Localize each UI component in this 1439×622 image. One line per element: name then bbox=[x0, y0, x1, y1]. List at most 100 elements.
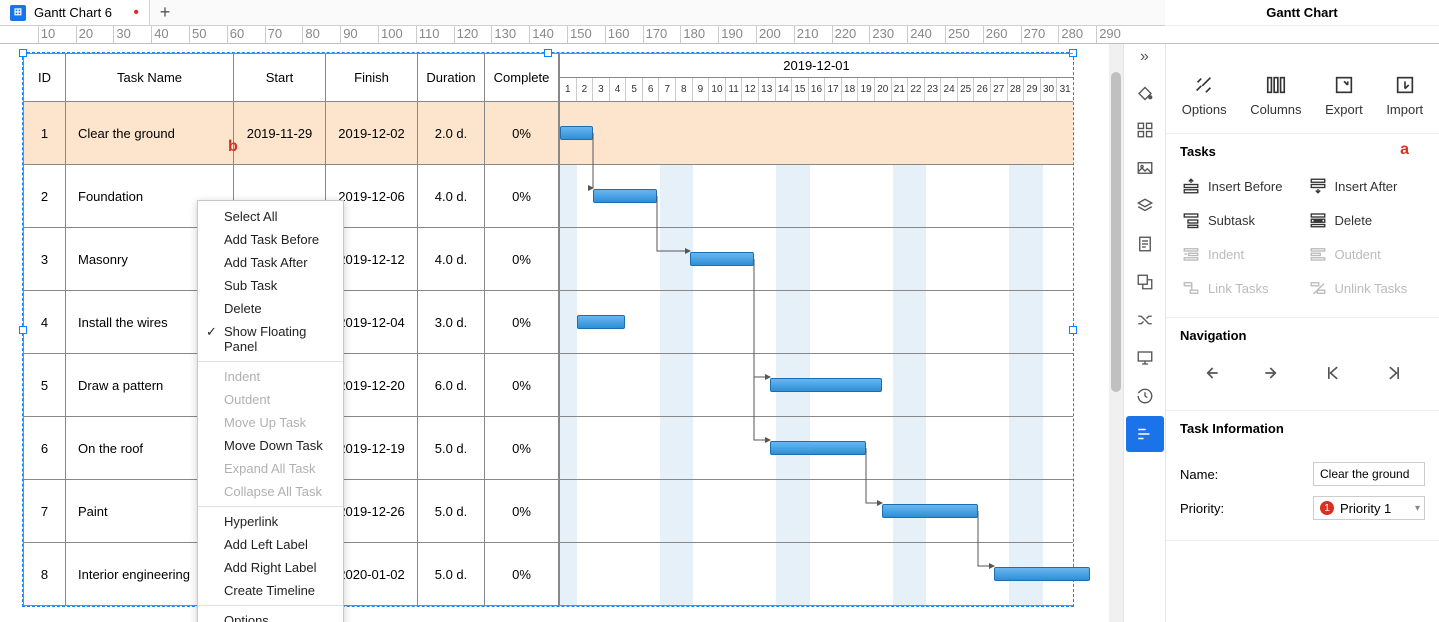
extend-icon[interactable] bbox=[1126, 264, 1164, 300]
export-button[interactable]: Export bbox=[1325, 74, 1363, 117]
grid-icon[interactable] bbox=[1126, 112, 1164, 148]
gantt-bar[interactable] bbox=[994, 567, 1090, 581]
priority-badge-icon: 1 bbox=[1320, 501, 1334, 515]
col-finish[interactable]: Finish bbox=[326, 54, 418, 102]
day-header: 1 bbox=[560, 78, 577, 101]
gantt-bar[interactable] bbox=[882, 504, 978, 518]
resize-handle[interactable] bbox=[19, 49, 27, 57]
menu-item: Indent bbox=[198, 365, 343, 388]
day-header: 30 bbox=[1041, 78, 1058, 101]
delete-button[interactable]: Delete bbox=[1307, 205, 1426, 235]
columns-button[interactable]: Columns bbox=[1250, 74, 1301, 117]
menu-item: Collapse All Task bbox=[198, 480, 343, 503]
outdent-button: Outdent bbox=[1307, 239, 1426, 269]
tab-title: Gantt Chart 6 bbox=[34, 5, 125, 20]
col-id[interactable]: ID bbox=[24, 54, 66, 102]
day-header: 4 bbox=[610, 78, 627, 101]
import-button[interactable]: Import bbox=[1386, 74, 1423, 117]
day-header: 5 bbox=[626, 78, 643, 101]
menu-item[interactable]: Show Floating Panel bbox=[198, 320, 343, 358]
timeline-row[interactable] bbox=[560, 165, 1073, 228]
layers-icon[interactable] bbox=[1126, 188, 1164, 224]
day-header: 7 bbox=[659, 78, 676, 101]
name-input[interactable] bbox=[1313, 462, 1425, 486]
timeline-row[interactable] bbox=[560, 228, 1073, 291]
menu-item[interactable]: Move Down Task bbox=[198, 434, 343, 457]
menu-item[interactable]: Create Timeline bbox=[198, 579, 343, 602]
menu-item[interactable]: Add Task Before bbox=[198, 228, 343, 251]
menu-item: Expand All Task bbox=[198, 457, 343, 480]
side-toolbar: » bbox=[1123, 44, 1165, 622]
col-duration[interactable]: Duration bbox=[418, 54, 485, 102]
menu-item: Move Up Task bbox=[198, 411, 343, 434]
canvas[interactable]: ID Task Name Start Finish Duration Compl… bbox=[0, 44, 1123, 622]
timeline-row[interactable] bbox=[560, 480, 1073, 543]
gantt-bar[interactable] bbox=[770, 441, 866, 455]
fill-icon[interactable] bbox=[1126, 74, 1164, 110]
options-button[interactable]: Options bbox=[1182, 74, 1227, 117]
timeline-row[interactable] bbox=[560, 102, 1073, 165]
resize-handle[interactable] bbox=[19, 326, 27, 334]
nav-first-button[interactable] bbox=[1323, 363, 1343, 386]
timeline[interactable]: 2019-12-01 12345678910111213141516171819… bbox=[560, 53, 1073, 606]
priority-select[interactable]: 1 Priority 1 ▾ bbox=[1313, 496, 1425, 520]
col-complete[interactable]: Complete bbox=[485, 54, 559, 102]
day-header: 25 bbox=[958, 78, 975, 101]
presentation-icon[interactable] bbox=[1126, 340, 1164, 376]
image-icon[interactable] bbox=[1126, 150, 1164, 186]
gantt-bar[interactable] bbox=[593, 189, 657, 203]
nav-last-button[interactable] bbox=[1384, 363, 1404, 386]
col-name[interactable]: Task Name bbox=[66, 54, 234, 102]
callout-a: a bbox=[1400, 141, 1409, 159]
callout-b: b bbox=[228, 138, 238, 156]
menu-item[interactable]: Add Right Label bbox=[198, 556, 343, 579]
gantt-bar[interactable] bbox=[577, 315, 625, 329]
menu-item[interactable]: Delete bbox=[198, 297, 343, 320]
insert-before-button[interactable]: Insert Before bbox=[1180, 171, 1299, 201]
menu-item[interactable]: Add Task After bbox=[198, 251, 343, 274]
dirty-indicator: • bbox=[133, 5, 139, 21]
page-icon[interactable] bbox=[1126, 226, 1164, 262]
menu-item[interactable]: Hyperlink bbox=[198, 510, 343, 533]
resize-handle[interactable] bbox=[544, 49, 552, 57]
vertical-scrollbar[interactable] bbox=[1109, 44, 1123, 622]
subtask-button[interactable]: Subtask bbox=[1180, 205, 1299, 235]
priority-label: Priority: bbox=[1180, 501, 1224, 516]
document-tab[interactable]: ⊞ Gantt Chart 6 • bbox=[0, 0, 150, 25]
day-header: 10 bbox=[709, 78, 726, 101]
col-start[interactable]: Start bbox=[234, 54, 326, 102]
menu-item[interactable]: Select All bbox=[198, 205, 343, 228]
properties-panel: Options Columns Export Import Tasks a bbox=[1165, 44, 1439, 622]
gantt-bar[interactable] bbox=[560, 126, 593, 140]
shuffle-icon[interactable] bbox=[1126, 302, 1164, 338]
menu-item[interactable]: Options bbox=[198, 609, 343, 622]
timeline-row[interactable] bbox=[560, 543, 1073, 606]
menu-item[interactable]: Sub Task bbox=[198, 274, 343, 297]
day-header: 2 bbox=[577, 78, 594, 101]
gantt-object[interactable]: ID Task Name Start Finish Duration Compl… bbox=[22, 52, 1074, 607]
menu-item[interactable]: Add Left Label bbox=[198, 533, 343, 556]
history-icon[interactable] bbox=[1126, 378, 1164, 414]
navigation-heading: Navigation bbox=[1166, 318, 1439, 349]
collapse-panel-icon[interactable]: » bbox=[1140, 48, 1149, 66]
gantt-bar[interactable] bbox=[690, 252, 754, 266]
insert-after-button[interactable]: Insert After bbox=[1307, 171, 1426, 201]
timeline-row[interactable] bbox=[560, 291, 1073, 354]
panel-title: Gantt Chart bbox=[1165, 0, 1439, 26]
chevron-down-icon: ▾ bbox=[1415, 503, 1420, 514]
day-header: 9 bbox=[693, 78, 710, 101]
scrollbar-thumb[interactable] bbox=[1111, 72, 1121, 392]
day-header: 24 bbox=[941, 78, 958, 101]
add-tab-button[interactable]: + bbox=[150, 0, 180, 25]
gantt-bar[interactable] bbox=[770, 378, 882, 392]
nav-left-button[interactable] bbox=[1201, 363, 1221, 386]
timeline-row[interactable] bbox=[560, 417, 1073, 480]
day-header: 13 bbox=[759, 78, 776, 101]
timeline-row[interactable] bbox=[560, 354, 1073, 417]
day-header: 11 bbox=[726, 78, 743, 101]
day-header: 29 bbox=[1024, 78, 1041, 101]
table-row[interactable]: 1Clear the ground2019-11-292019-12-022.0… bbox=[24, 102, 559, 165]
unlink-button: Unlink Tasks bbox=[1307, 273, 1426, 303]
nav-right-button[interactable] bbox=[1262, 363, 1282, 386]
gantt-panel-icon[interactable] bbox=[1126, 416, 1164, 452]
